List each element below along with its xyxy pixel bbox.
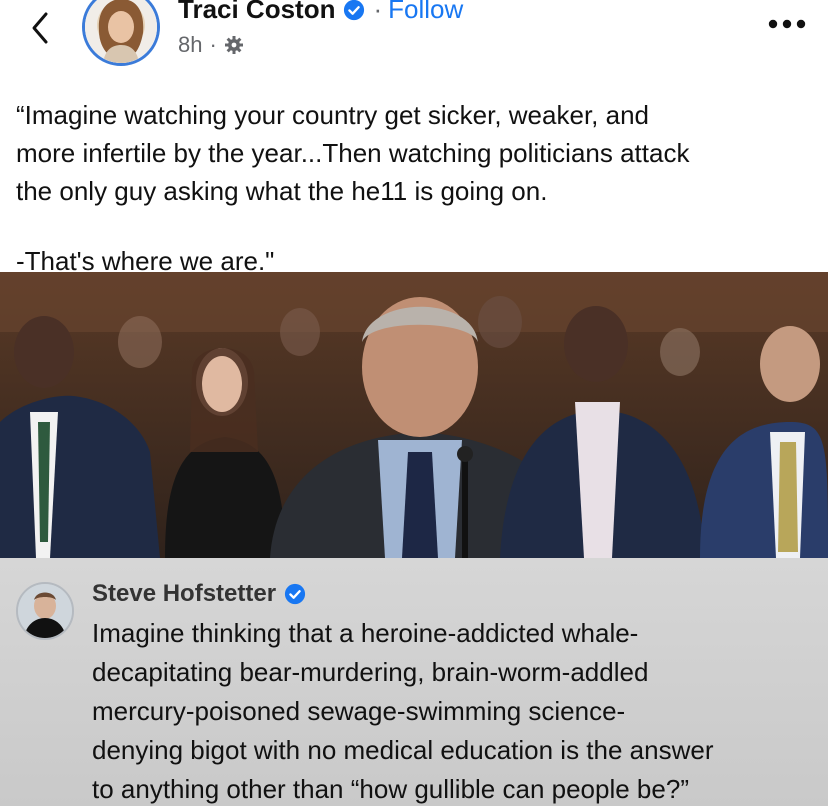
title-separator: · [373, 0, 383, 24]
post-body: “Imagine watching your country get sicke… [16, 96, 816, 280]
commenter-avatar[interactable] [16, 582, 74, 640]
post-photo[interactable] [0, 272, 828, 558]
more-options-icon[interactable] [766, 14, 808, 34]
verified-badge-icon [344, 0, 365, 20]
commenter-name-line: Steve Hofstetter [92, 580, 306, 608]
commenter-name[interactable]: Steve Hofstetter [92, 580, 276, 608]
meta-separator: · [209, 32, 217, 57]
verified-badge-icon [284, 583, 306, 605]
follow-button[interactable]: Follow [388, 0, 463, 25]
post-header: Traci Coston · Follow 8h · [0, 0, 828, 78]
comment: Steve Hofstetter Imagine thinking that a… [0, 558, 828, 806]
post-timestamp[interactable]: 8h [178, 32, 202, 58]
comment-text: Imagine thinking that a heroine-addicted… [92, 618, 714, 804]
post-author-name[interactable]: Traci Coston [178, 0, 335, 25]
post-meta: 8h · [178, 32, 244, 58]
author-avatar[interactable] [82, 0, 160, 66]
gear-icon [224, 36, 243, 54]
back-arrow-icon[interactable] [24, 10, 60, 46]
post-author-line: Traci Coston · Follow [178, 0, 463, 25]
post-paragraph: “Imagine watching your country get sicke… [16, 100, 690, 206]
